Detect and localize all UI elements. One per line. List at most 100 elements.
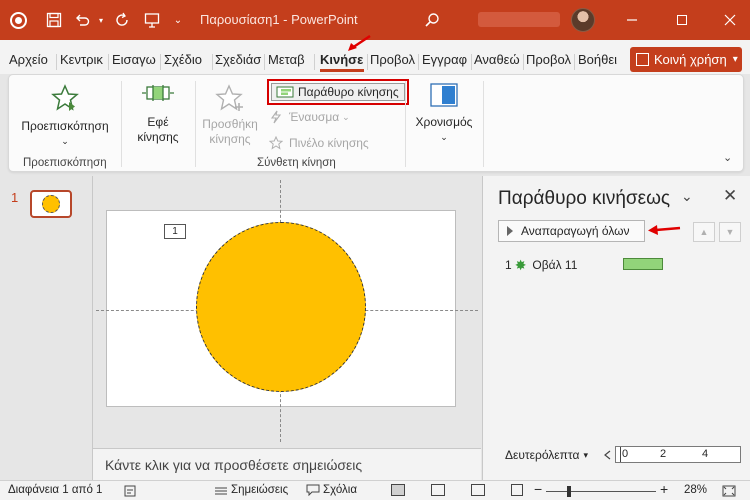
slide-thumbnail[interactable] [30, 190, 72, 218]
slideshow-view-icon[interactable] [511, 484, 523, 496]
window-title: Παρουσίαση1 - PowerPoint [200, 12, 358, 27]
timing-button[interactable]: Χρονισμός ⌄ [411, 83, 477, 145]
play-all-button[interactable]: Αναπαραγωγή όλων [498, 220, 645, 242]
close-icon[interactable]: ✕ [723, 186, 737, 206]
move-up-button[interactable]: ▲ [693, 222, 715, 242]
tab-view[interactable]: Προβολ [526, 52, 572, 67]
oval-shape[interactable] [196, 222, 366, 392]
tab-animations[interactable]: Κινήσε [320, 52, 366, 67]
animation-pane: Παράθυρο κινήσεως ⌄ ✕ Αναπαραγωγή όλων ▲… [482, 176, 750, 480]
thumbnail-shape [42, 195, 60, 213]
play-all-label: Αναπαραγωγή όλων [521, 224, 630, 238]
preview-label: Προεπισκόπηση [21, 119, 109, 133]
scale-tick-2: 2 [660, 448, 667, 460]
tab-separator [160, 54, 161, 70]
animation-order-tag[interactable]: 1 [164, 224, 186, 239]
zoom-slider-handle[interactable] [567, 486, 571, 497]
minimize-icon[interactable] [622, 10, 642, 30]
animation-list-item[interactable]: 1 ✸ Οβάλ 11 [505, 256, 577, 274]
zoom-level[interactable]: 28% [684, 484, 707, 496]
tab-draw[interactable]: Σχεδιάσ [215, 52, 263, 67]
tab-slideshow[interactable]: Προβολ [370, 52, 416, 67]
share-button[interactable]: Κοινή χρήση ▾ [630, 47, 742, 72]
effect-options-button[interactable]: Εφέ κίνησης [127, 83, 189, 145]
normal-view-icon[interactable] [391, 484, 405, 496]
lightning-icon [270, 110, 282, 124]
painter-label: Πινέλο κίνησης [289, 136, 369, 150]
animation-pane-button[interactable]: Παράθυρο κίνησης [267, 79, 409, 105]
tab-insert[interactable]: Εισαγω [112, 52, 158, 67]
animation-pane-label: Παράθυρο κίνησης [298, 85, 399, 99]
save-icon[interactable] [44, 10, 64, 30]
chevron-down-icon[interactable]: ⌄ [681, 188, 693, 205]
tab-separator [367, 54, 368, 70]
play-icon [507, 226, 513, 236]
painter-star-icon [269, 136, 283, 150]
timeline-label: Δευτερόλεπτα [505, 448, 580, 462]
title-bar: ▾ ⌄ Παρουσίαση1 - PowerPoint [0, 0, 750, 40]
tab-separator [574, 54, 575, 70]
notes-button[interactable]: Σημειώσεις [214, 484, 288, 496]
notes-placeholder: Κάντε κλικ για να προσθέσετε σημειώσεις [105, 457, 363, 473]
powerpoint-logo-icon [8, 10, 28, 30]
entrance-star-icon: ✸ [514, 256, 527, 273]
notes-pane[interactable]: Κάντε κλικ για να προσθέσετε σημειώσεις [93, 448, 481, 480]
preview-button[interactable]: Προεπισκόπηση ⌄ [17, 83, 113, 149]
tab-transitions[interactable]: Μεταβ [268, 52, 312, 67]
comments-label: Σχόλια [323, 484, 357, 496]
customize-toolbar-icon[interactable]: ⌄ [172, 10, 184, 30]
undo-icon[interactable] [72, 10, 92, 30]
maximize-icon[interactable] [672, 10, 692, 30]
red-arrow-annotation [648, 225, 681, 235]
tab-design[interactable]: Σχέδιο [164, 52, 210, 67]
slide-sorter-icon[interactable] [431, 484, 445, 496]
chevron-down-icon: ⌄ [61, 136, 69, 146]
tab-record[interactable]: Εγγραφ [422, 52, 470, 67]
tab-home[interactable]: Κεντρικ [60, 52, 106, 67]
share-label: Κοινή χρήση [654, 52, 727, 67]
trigger-label: Έναυσμα [289, 110, 340, 124]
animation-painter-button[interactable]: Πινέλο κίνησης [269, 133, 369, 153]
zoom-slider[interactable] [546, 491, 656, 492]
account-name[interactable] [478, 12, 560, 27]
red-arrow-annotation [348, 34, 371, 51]
ribbon: Προεπισκόπηση ⌄ Προεπισκόπηση Εφέ κίνηση… [8, 74, 744, 172]
move-down-button[interactable]: ▼ [719, 222, 741, 242]
close-icon[interactable] [720, 10, 740, 30]
active-tab-indicator [320, 69, 364, 72]
fit-to-window-icon[interactable] [722, 485, 736, 497]
tab-separator [56, 54, 57, 70]
chevron-down-icon: ▾ [732, 54, 738, 65]
timeline-seconds-button[interactable]: Δευτερόλεπτα ▾ [505, 448, 588, 462]
tab-review[interactable]: Αναθεώ [474, 52, 522, 67]
avatar[interactable] [571, 8, 595, 32]
reading-view-icon[interactable] [471, 484, 485, 496]
status-bar: Διαφάνεια 1 από 1 Σημειώσεις Σχόλια − + … [0, 480, 750, 500]
add-animation-button[interactable]: Προσθήκη κίνησης [199, 83, 261, 147]
effect-options-label-2: κίνησης [137, 130, 179, 144]
search-icon[interactable] [422, 10, 442, 30]
notes-label: Σημειώσεις [231, 484, 289, 496]
accessibility-icon[interactable] [124, 485, 136, 497]
tab-help[interactable]: Βοήθει [578, 52, 624, 67]
animation-pane-icon [276, 86, 294, 98]
preview-star-icon [51, 84, 79, 111]
trigger-button[interactable]: Έναυσμα ⌄ [269, 107, 350, 127]
share-icon [636, 53, 649, 66]
collapse-ribbon-icon[interactable]: ⌄ [723, 151, 732, 164]
timing-label: Χρονισμός [415, 115, 473, 129]
slide-count: Διαφάνεια 1 από 1 [8, 484, 102, 496]
zoom-in-icon[interactable]: + [660, 481, 668, 497]
scroll-left-icon[interactable] [603, 450, 613, 460]
animation-name: Οβάλ 11 [532, 258, 578, 272]
redo-icon[interactable] [112, 10, 132, 30]
timeline-scale[interactable]: 0 2 4 [615, 446, 741, 463]
animation-timing-bar[interactable] [623, 258, 663, 270]
add-animation-label: Προσθήκη [202, 117, 258, 131]
tab-separator [108, 54, 109, 70]
tab-file[interactable]: Αρχείο [9, 52, 55, 67]
present-from-start-icon[interactable] [142, 10, 162, 30]
undo-dropdown-icon[interactable]: ▾ [96, 10, 106, 30]
comments-button[interactable]: Σχόλια [306, 484, 357, 496]
zoom-out-icon[interactable]: − [534, 481, 542, 497]
